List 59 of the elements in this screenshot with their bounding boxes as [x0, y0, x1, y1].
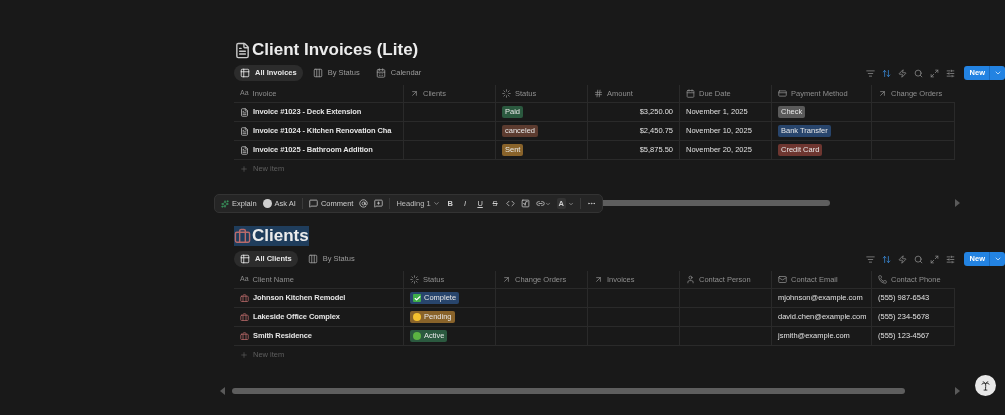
page-title[interactable]: Clients: [234, 226, 309, 246]
table-icon: [240, 254, 250, 264]
briefcase-icon: [240, 312, 249, 322]
document-icon: [234, 41, 251, 59]
lightning-icon[interactable]: [897, 254, 907, 264]
page-title[interactable]: Client Invoices (Lite): [234, 40, 419, 60]
phone-icon: [878, 275, 887, 284]
briefcase-icon: [234, 227, 251, 245]
mail-icon: [778, 275, 787, 284]
lightning-icon[interactable]: [897, 68, 907, 78]
plus-icon: [240, 165, 248, 173]
sort-icon[interactable]: [881, 254, 891, 264]
sparkle-icon: [221, 199, 229, 208]
comment-icon: [308, 199, 318, 208]
filter-icon[interactable]: [865, 254, 875, 264]
palm-tree-icon: [980, 380, 991, 391]
chevron-down-icon[interactable]: [994, 69, 1002, 77]
plus-icon: [240, 351, 248, 359]
number-icon: [594, 89, 603, 98]
board-icon: [312, 68, 323, 78]
search-icon[interactable]: [913, 68, 923, 78]
briefcase-icon: [240, 331, 249, 341]
person-icon: [686, 275, 695, 284]
chevron-down-icon[interactable]: [994, 255, 1002, 263]
arrow-icon: [410, 89, 419, 98]
board-icon: [307, 254, 318, 264]
sort-icon[interactable]: [881, 68, 891, 78]
document-icon: [240, 145, 249, 155]
search-icon[interactable]: [913, 254, 923, 264]
calendar-icon: [375, 68, 386, 78]
expand-icon[interactable]: [929, 68, 939, 78]
scroll-left-arrow-icon[interactable]: [220, 387, 225, 395]
code-icon[interactable]: [505, 199, 515, 208]
card-icon: [778, 89, 787, 98]
chevron-down-icon: [568, 200, 574, 207]
expand-icon[interactable]: [929, 254, 939, 264]
more-icon[interactable]: [587, 199, 596, 208]
arrow-icon: [502, 275, 511, 284]
checkmark-icon: [413, 294, 421, 302]
link-icon[interactable]: [535, 199, 551, 208]
scrollbar-thumb[interactable]: [232, 388, 905, 394]
status-icon: [410, 275, 419, 284]
scroll-right-arrow-icon[interactable]: [955, 199, 960, 207]
document-icon: [240, 107, 249, 117]
arrow-icon: [878, 89, 887, 98]
suggest-icon[interactable]: [374, 199, 384, 208]
filter-icon[interactable]: [865, 68, 875, 78]
ai-icon: [262, 199, 272, 208]
settings-icon[interactable]: [945, 68, 955, 78]
arrow-icon: [594, 275, 603, 284]
briefcase-icon: [240, 293, 249, 303]
table-icon: [240, 68, 250, 78]
chevron-down-icon: [432, 200, 440, 207]
status-icon: [502, 89, 511, 98]
assistant-button[interactable]: [975, 375, 996, 396]
settings-icon[interactable]: [945, 254, 955, 264]
scroll-right-arrow-icon[interactable]: [955, 387, 960, 395]
calendar-icon: [686, 89, 695, 98]
document-icon: [240, 126, 249, 136]
